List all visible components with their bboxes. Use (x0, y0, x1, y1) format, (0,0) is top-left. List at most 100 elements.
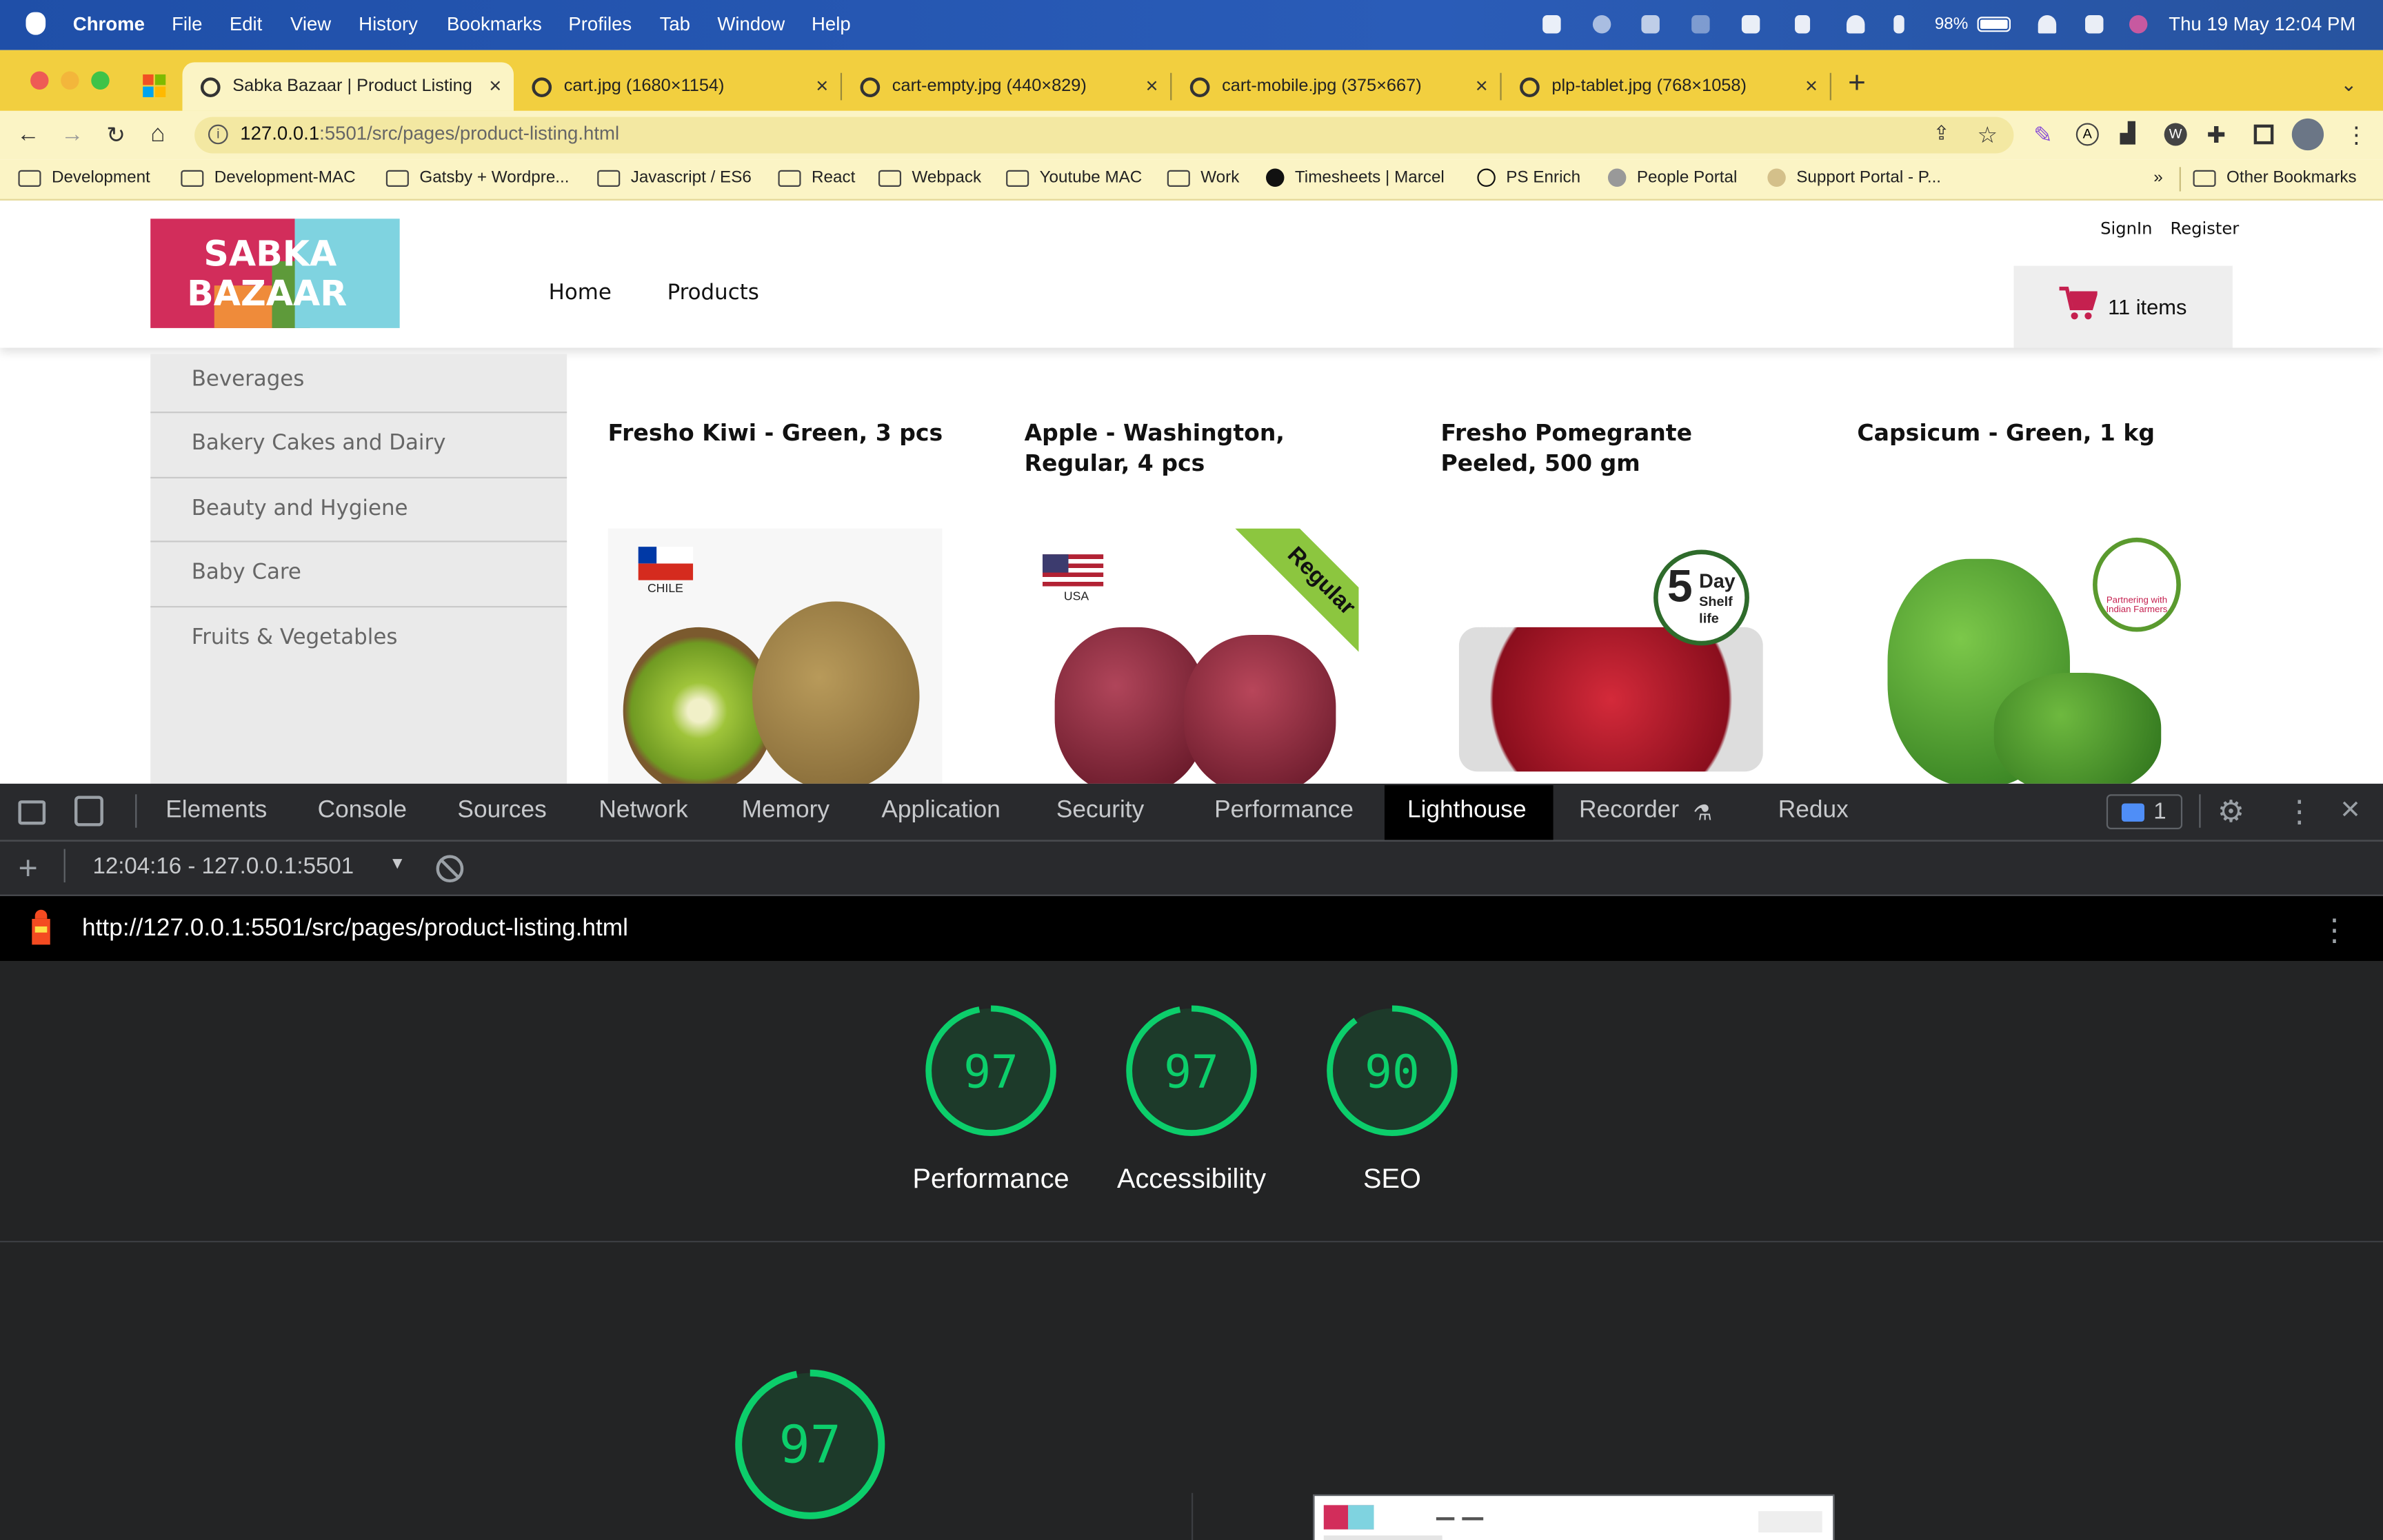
register-link[interactable]: Register (2170, 219, 2239, 239)
bookmark-react[interactable]: React (778, 169, 855, 187)
report-selector-caret-icon[interactable]: ▼ (389, 855, 405, 873)
bookmark-other-bookmarks[interactable]: Other Bookmarks (2193, 169, 2357, 187)
extension-w-icon[interactable]: W (2164, 123, 2187, 146)
bluetooth-icon[interactable] (1893, 15, 1904, 34)
menu-window[interactable]: Window (717, 14, 785, 35)
bookmark-development-mac[interactable]: Development-MAC (181, 169, 356, 187)
menu-help[interactable]: Help (812, 14, 851, 35)
accessibility-gauge[interactable]: 97 (1123, 1002, 1260, 1139)
sidebar-item-bakery[interactable]: Bakery Cakes and Dairy (192, 432, 446, 456)
tab-sabka-bazaar[interactable]: Sabka Bazaar | Product Listing × (182, 62, 514, 111)
home-icon[interactable]: ⌂ (150, 121, 165, 149)
menu-profiles[interactable]: Profiles (568, 14, 632, 35)
tab-close-icon[interactable]: × (1145, 73, 1158, 97)
browser-menu-icon[interactable]: ⋮ (2345, 121, 2368, 148)
settings-gear-icon[interactable]: ⚙ (2218, 793, 2245, 831)
wifi-icon[interactable] (2038, 15, 2057, 34)
address-bar-url[interactable]: 127.0.0.1:5501/src/pages/product-listing… (240, 123, 619, 144)
status-app-icon[interactable] (1542, 15, 1561, 34)
tab-group-icon[interactable] (143, 74, 167, 99)
seo-gauge[interactable]: 90 (1324, 1002, 1460, 1139)
bookmark-support-portal[interactable]: Support Portal - P... (1767, 168, 1941, 187)
sidebar-item-fruits-vegetables[interactable]: Fruits & Vegetables (192, 626, 398, 650)
bookmark-webpack[interactable]: Webpack (878, 169, 981, 187)
forward-icon[interactable]: → (61, 121, 83, 147)
lock-status-icon[interactable] (1741, 15, 1760, 34)
tab-close-icon[interactable]: × (1805, 73, 1818, 97)
product-title-kiwi[interactable]: Fresho Kiwi - Green, 3 pcs (608, 418, 973, 448)
extension-a-icon[interactable]: A (2075, 123, 2099, 146)
nav-home-link[interactable]: Home (549, 281, 612, 305)
devtools-tab-redux[interactable]: Redux (1778, 798, 1849, 825)
side-panel-icon[interactable] (2253, 124, 2274, 145)
sidebar-item-baby-care[interactable]: Baby Care (192, 560, 301, 585)
devtools-tab-application[interactable]: Application (881, 798, 1001, 825)
product-image-pomegranate[interactable]: 5 Day Shelf life (1440, 528, 1776, 784)
product-image-kiwi[interactable]: CHILE (607, 528, 943, 784)
inspect-element-icon[interactable] (18, 800, 46, 825)
devtools-close-icon[interactable]: × (2340, 790, 2360, 829)
product-image-capsicum[interactable]: Partnering with Indian Farmers (1857, 528, 2192, 784)
signin-link[interactable]: SignIn (2100, 219, 2152, 239)
menu-edit[interactable]: Edit (230, 14, 262, 35)
bookmark-work[interactable]: Work (1167, 169, 1239, 187)
devtools-tab-performance[interactable]: Performance (1214, 798, 1354, 825)
bookmark-ps-enrich[interactable]: PS Enrich (1477, 168, 1580, 187)
nav-products-link[interactable]: Products (667, 281, 759, 305)
product-title-pomegranate[interactable]: Fresho Pomegrante Peeled, 500 gm (1440, 418, 1775, 478)
window-close-button[interactable] (30, 71, 49, 90)
extension-pen-icon[interactable]: ✎ (2033, 121, 2053, 148)
site-info-icon[interactable]: i (208, 124, 228, 145)
new-report-plus-icon[interactable]: + (18, 849, 37, 889)
bookmarks-overflow-icon[interactable]: » (2153, 169, 2163, 187)
cart-item-count[interactable]: 11 items (2108, 294, 2186, 318)
product-title-capsicum[interactable]: Capsicum - Green, 1 kg (1857, 418, 2222, 448)
tab-close-icon[interactable]: × (489, 73, 501, 97)
bookmark-youtube-mac[interactable]: Youtube MAC (1006, 169, 1142, 187)
menu-clock[interactable]: Thu 19 May 12:04 PM (2169, 14, 2355, 35)
report-menu-icon[interactable]: ⋮ (2319, 911, 2349, 949)
devtools-tab-sources[interactable]: Sources (457, 798, 546, 825)
devtools-tab-elements[interactable]: Elements (165, 798, 267, 825)
tab-plp-tablet-jpg[interactable]: plp-tablet.jpg (768×1058) × (1502, 62, 1830, 111)
extension-chart-icon[interactable]: ▟ (2120, 121, 2135, 145)
menu-file[interactable]: File (172, 14, 202, 35)
window-minimize-button[interactable] (61, 71, 79, 90)
devtools-more-icon[interactable]: ⋮ (2284, 793, 2315, 831)
dark-status-icon[interactable] (1691, 15, 1710, 34)
menu-tab[interactable]: Tab (660, 14, 690, 35)
clear-reports-icon[interactable] (436, 855, 464, 883)
sidebar-item-beauty[interactable]: Beauty and Hygiene (192, 496, 408, 520)
bookmark-development[interactable]: Development (18, 169, 150, 187)
bookmark-people-portal[interactable]: People Portal (1607, 168, 1737, 187)
bookmark-timesheets[interactable]: Timesheets | Marcel (1266, 168, 1445, 187)
devtools-tab-network[interactable]: Network (599, 798, 687, 825)
report-url[interactable]: http://127.0.0.1:5501/src/pages/product-… (82, 916, 628, 944)
issues-counter-button[interactable]: 1 (2106, 794, 2183, 829)
menu-view[interactable]: View (290, 14, 331, 35)
back-icon[interactable]: ← (17, 121, 39, 147)
report-selector[interactable]: 12:04:16 - 127.0.0.1:5501 (92, 853, 354, 879)
apple-logo-icon[interactable] (26, 12, 46, 35)
tab-cart-empty-jpg[interactable]: cart-empty.jpg (440×829) × (842, 62, 1170, 111)
devtools-tab-lighthouse[interactable]: Lighthouse (1407, 798, 1527, 825)
devtools-tab-console[interactable]: Console (318, 798, 407, 825)
tab-cart-mobile-jpg[interactable]: cart-mobile.jpg (375×667) × (1172, 62, 1500, 111)
control-center-icon[interactable] (2085, 15, 2104, 34)
product-title-apple[interactable]: Apple - Washington, Regular, 4 pcs (1025, 418, 1329, 478)
devtools-tab-recorder[interactable]: Recorder (1579, 798, 1679, 825)
devtools-tab-security[interactable]: Security (1056, 798, 1144, 825)
extensions-puzzle-icon[interactable]: ✚ (2206, 121, 2226, 148)
devtools-tab-memory[interactable]: Memory (742, 798, 829, 825)
tab-search-chevron-icon[interactable]: ⌄ (2340, 73, 2357, 97)
menu-app-name[interactable]: Chrome (73, 14, 145, 35)
battery-icon[interactable] (1977, 17, 2011, 32)
new-tab-icon[interactable]: + (1848, 67, 1866, 102)
signpost-status-icon[interactable] (1641, 15, 1660, 34)
tab-close-icon[interactable]: × (1476, 73, 1488, 97)
device-toolbar-icon[interactable] (74, 796, 103, 827)
headphones-icon[interactable] (1846, 15, 1865, 34)
phone-status-icon[interactable] (1795, 15, 1811, 34)
product-image-apple[interactable]: USA Regular (1024, 528, 1359, 784)
sidebar-item-beverages[interactable]: Beverages (192, 367, 305, 392)
